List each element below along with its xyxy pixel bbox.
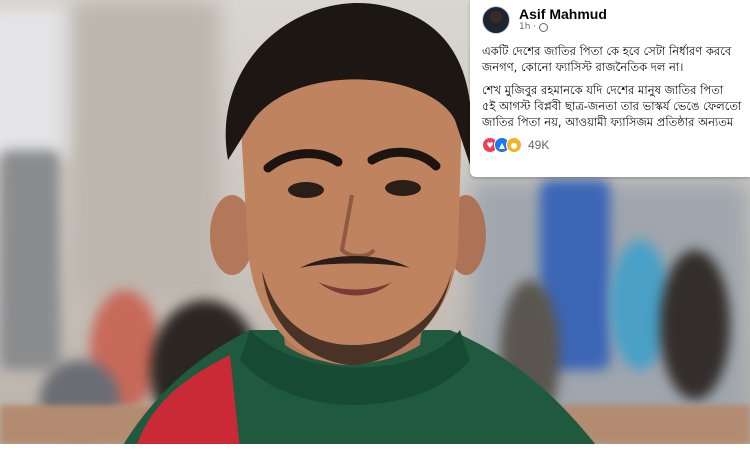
bottom-border <box>0 444 750 450</box>
post-time[interactable]: 1h · <box>519 22 536 33</box>
post-time-row: 1h · <box>519 22 607 33</box>
news-photo: Asif Mahmud 1h · একটি দেশের জাতির পিতা ক… <box>0 0 750 450</box>
post-header: Asif Mahmud 1h · <box>482 6 740 34</box>
author-avatar[interactable] <box>482 6 510 34</box>
post-paragraph-2: শেখ মুজিবুর রহমানকে যদি দেশের মানুষ জাতি… <box>482 82 742 130</box>
author-name[interactable]: Asif Mahmud <box>519 6 607 22</box>
reactions-bar[interactable]: ♥ ▲ ● 49K <box>482 137 740 153</box>
globe-icon <box>539 23 549 33</box>
post-paragraph-1: একটি দেশের জাতির পিতা কে হবে সেটা নির্ধা… <box>482 43 740 75</box>
care-icon: ● <box>506 137 522 153</box>
post-line: ৫ই আগস্ট বিপ্লবী ছাত্র-জনতা তার ভাস্কর্য… <box>482 99 742 113</box>
post-line: জাতির পিতা নয়, আওয়ামী ফ্যাসিজম প্রতিষ্… <box>482 115 734 129</box>
post-body: একটি দেশের জাতির পিতা কে হবে সেটা নির্ধা… <box>482 43 742 130</box>
post-line: জনগণ, কোনো ফ্যাসিস্ট রাজনৈতিক দল না। <box>482 60 684 74</box>
post-meta: Asif Mahmud 1h · <box>519 6 607 33</box>
facebook-post-card: Asif Mahmud 1h · একটি দেশের জাতির পিতা ক… <box>470 0 750 177</box>
post-line: শেখ মুজিবুর রহমানকে যদি দেশের মানুষ জাতি… <box>482 83 724 97</box>
reaction-count[interactable]: 49K <box>528 138 549 152</box>
post-line: একটি দেশের জাতির পিতা কে হবে সেটা নির্ধা… <box>482 44 732 58</box>
